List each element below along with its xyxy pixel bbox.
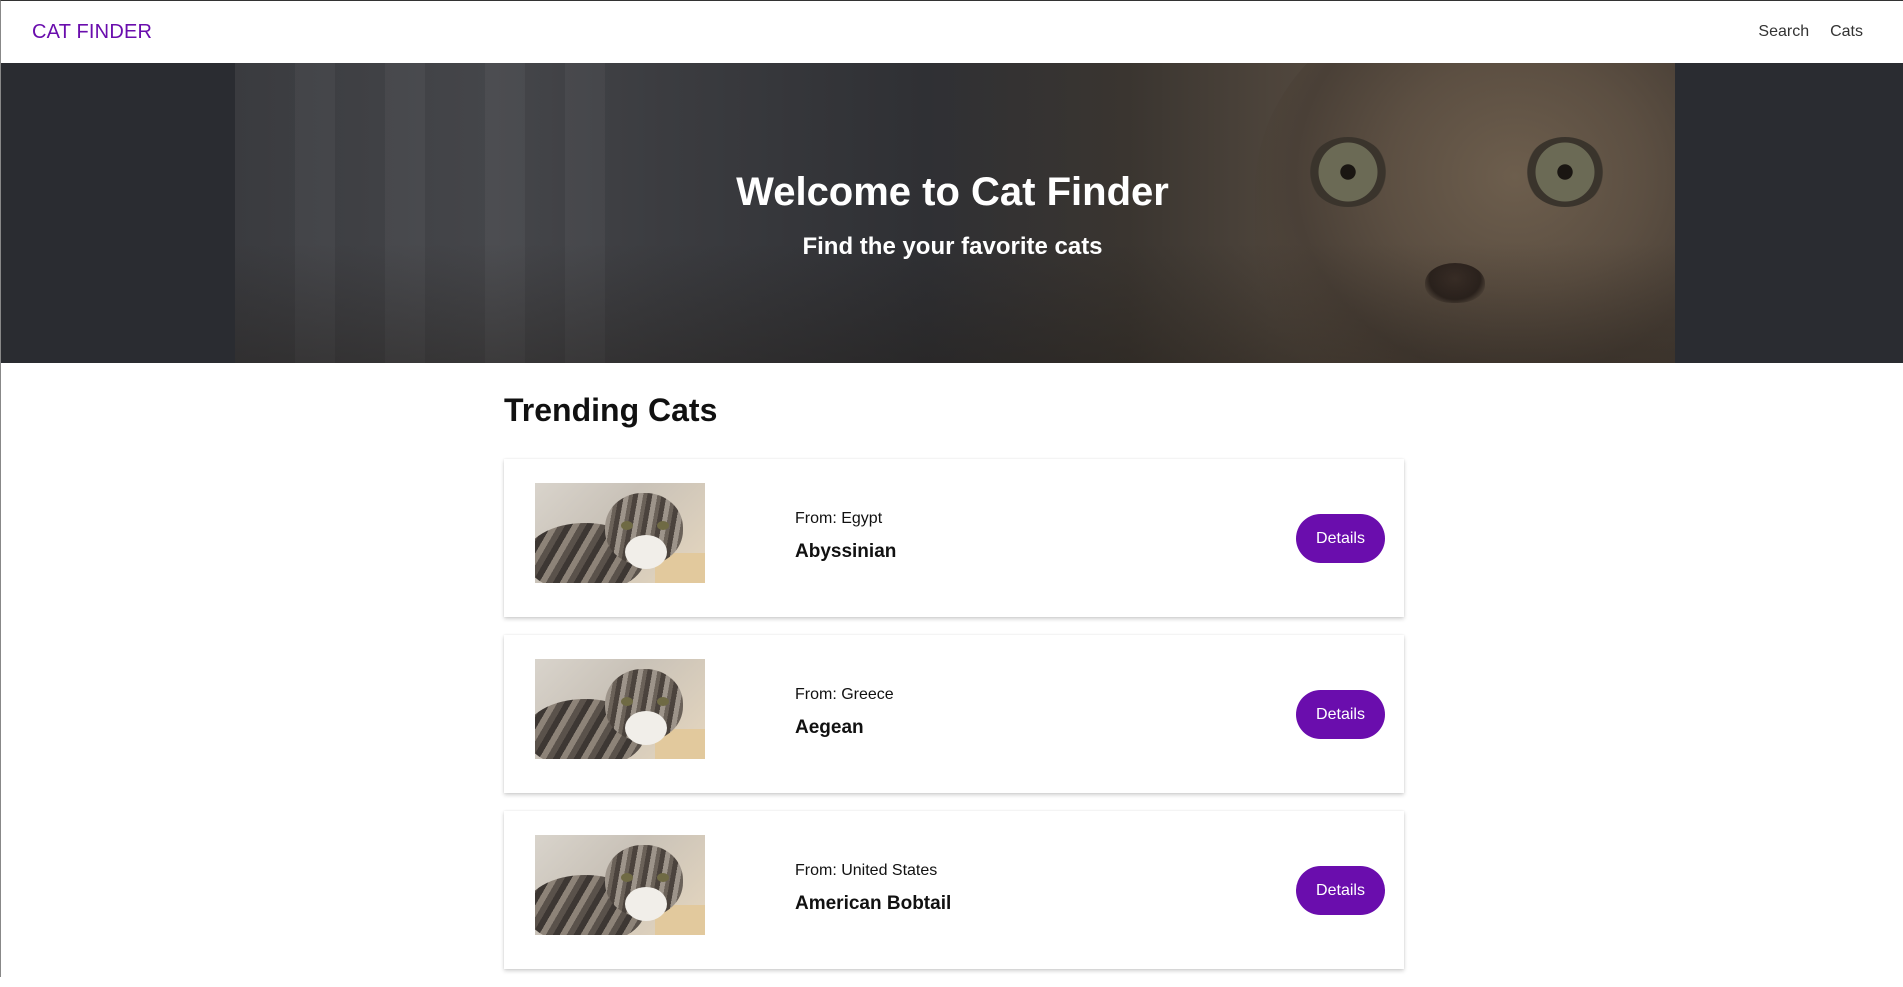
hero-subtitle: Find the your favorite cats	[802, 233, 1103, 260]
cat-origin: From: United States	[795, 862, 938, 879]
cat-thumbnail	[535, 483, 705, 583]
details-button[interactable]: Details	[1296, 866, 1385, 915]
nav-links: Search Cats	[1758, 23, 1863, 41]
cat-breed-name: Abyssinian	[795, 541, 897, 562]
cat-card: From: Greece Aegean Details	[504, 635, 1404, 793]
cat-origin: From: Greece	[795, 686, 894, 703]
brand-logo-link[interactable]: CAT FINDER	[32, 21, 152, 44]
nav-link-cats[interactable]: Cats	[1830, 23, 1863, 41]
cat-list: From: Egypt Abyssinian Details From: Gre…	[504, 459, 1404, 987]
cat-breed-name: Aegean	[795, 717, 864, 738]
cat-card: From: Egypt Abyssinian Details	[504, 459, 1404, 617]
hero-banner: Welcome to Cat Finder Find the your favo…	[1, 63, 1903, 363]
cat-breed-name: American Bobtail	[795, 893, 952, 914]
hero-text: Welcome to Cat Finder Find the your favo…	[1, 63, 1903, 363]
details-button[interactable]: Details	[1296, 514, 1385, 563]
section-title: Trending Cats	[504, 392, 718, 428]
cat-card: From: United States American Bobtail Det…	[504, 811, 1404, 969]
navbar: CAT FINDER Search Cats	[1, 1, 1903, 63]
hero-title: Welcome to Cat Finder	[736, 170, 1169, 214]
cat-origin: From: Egypt	[795, 510, 883, 527]
cat-thumbnail	[535, 835, 705, 935]
nav-link-search[interactable]: Search	[1758, 23, 1809, 41]
details-button[interactable]: Details	[1296, 690, 1385, 739]
browser-viewport: CAT FINDER Search Cats Welcome to Cat Fi…	[0, 0, 1903, 977]
cat-thumbnail	[535, 659, 705, 759]
